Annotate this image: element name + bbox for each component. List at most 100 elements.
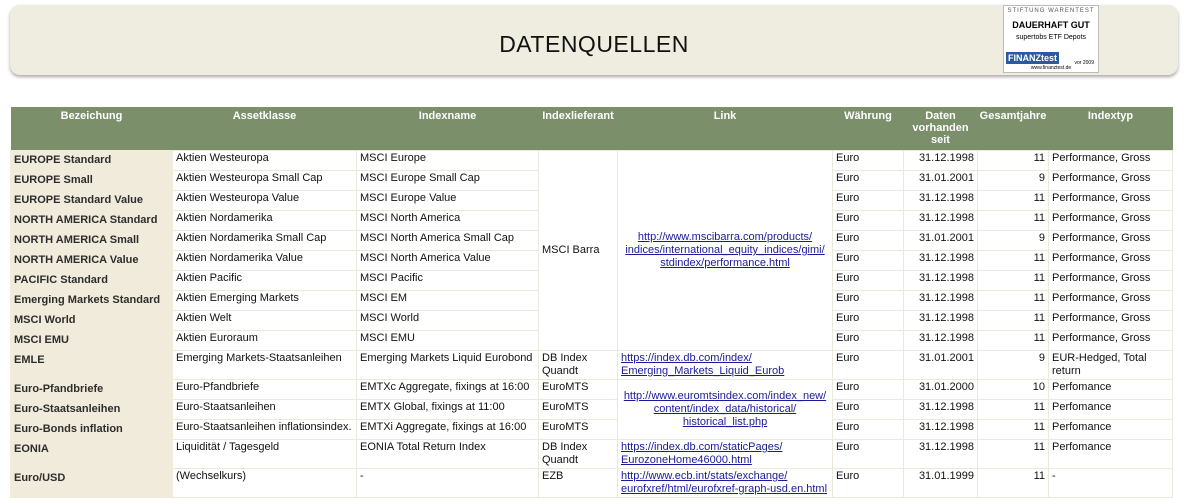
- since-cell: 31.01.2001: [903, 350, 978, 380]
- years-cell: 11: [977, 290, 1049, 311]
- years-cell: 11: [977, 310, 1049, 331]
- currency-cell: Euro: [832, 270, 904, 291]
- index-name-cell: MSCI World: [356, 310, 539, 331]
- years-cell: 10: [977, 379, 1049, 400]
- asset-class-cell: (Wechselkurs): [172, 468, 357, 498]
- index-type-cell: Performance, Gross: [1048, 250, 1173, 271]
- currency-cell: Euro: [832, 379, 904, 400]
- years-cell: 11: [977, 270, 1049, 291]
- table-row: EUROPE Standard Aktien Westeuropa MSCI Eur…: [10, 150, 1173, 351]
- row-name: Euro-Pfandbriefe: [10, 379, 173, 400]
- asset-class-cell: Euro-Staatsanleihen inflationsindex.: [172, 419, 357, 440]
- since-cell: 31.12.1998: [903, 419, 978, 440]
- years-cell: 11: [977, 250, 1049, 271]
- row-name: MSCI EMU: [10, 330, 173, 351]
- currency-cell: Euro: [832, 210, 904, 231]
- row-name: EUROPE Standard: [10, 150, 173, 171]
- source-link[interactable]: http://www.euromtsindex.com/index_new/ c…: [624, 390, 826, 428]
- row-name: NORTH AMERICA Value: [10, 250, 173, 271]
- source-link[interactable]: http://www.mscibarra.com/products/ indic…: [625, 231, 824, 269]
- column-header: Gesamtjahre: [977, 107, 1049, 151]
- index-name-cell: EMTX Global, fixings at 11:00: [356, 399, 539, 420]
- row-name: MSCI World: [10, 310, 173, 331]
- since-cell: 31.12.1998: [903, 250, 978, 271]
- asset-class-cell: Aktien Westeuropa Small Cap: [172, 170, 357, 191]
- row-name: Euro-Staatsanleihen: [10, 399, 173, 420]
- currency-cell: Euro: [832, 439, 904, 469]
- index-type-cell: Perfomance: [1048, 419, 1173, 440]
- since-cell: 31.12.1998: [903, 439, 978, 469]
- years-cell: 9: [977, 350, 1049, 380]
- source-link[interactable]: http://www.ecb.int/stats/exchange/ eurof…: [621, 470, 827, 495]
- years-cell: 11: [977, 399, 1049, 420]
- provider-cell: DB Index Quandt: [538, 350, 618, 380]
- asset-class-cell: Aktien Nordamerika Value: [172, 250, 357, 271]
- index-type-cell: Performance, Gross: [1048, 170, 1173, 191]
- index-name-cell: EONIA Total Return Index: [356, 439, 539, 469]
- since-cell: 31.01.2001: [903, 170, 978, 191]
- finanztest-seal: STIFTUNG WARENTEST DAUERHAFT GUT superto…: [1003, 5, 1099, 73]
- row-name: Euro/USD: [10, 468, 173, 498]
- index-type-cell: EUR-Hedged, Total return: [1048, 350, 1173, 380]
- row-name: EONIA: [10, 439, 173, 469]
- since-cell: 31.12.1998: [903, 399, 978, 420]
- index-name-cell: MSCI EMU: [356, 330, 539, 351]
- index-name-cell: MSCI North America Value: [356, 250, 539, 271]
- table-row: EMLE Emerging Markets-Staatsanleihen Emerg…: [10, 350, 1173, 380]
- header-row: Bezeichung Assetklasse Indexname Indexliefe…: [10, 107, 1173, 151]
- asset-class-cell: Aktien Nordamerika Small Cap: [172, 230, 357, 251]
- index-type-cell: Perfomance: [1048, 399, 1173, 420]
- row-name: Emerging Markets Standard: [10, 290, 173, 311]
- seal-rating: DAUERHAFT GUT: [1012, 20, 1090, 30]
- table-row: Euro/USD (Wechselkurs) - EZB http://www.ecb.…: [10, 468, 1173, 498]
- index-type-cell: Perfomance: [1048, 379, 1173, 400]
- provider-cell: EuroMTS: [538, 399, 618, 420]
- row-name: EMLE: [10, 350, 173, 380]
- currency-cell: Euro: [832, 468, 904, 498]
- provider-cell: EZB: [538, 468, 618, 498]
- row-name: Euro-Bonds inflation: [10, 419, 173, 440]
- provider-cell: DB Index Quandt: [538, 439, 618, 469]
- years-cell: 11: [977, 190, 1049, 211]
- currency-cell: Euro: [832, 170, 904, 191]
- seal-url: www.finanztest.de: [1030, 65, 1072, 71]
- link-cell: http://www.ecb.int/stats/exchange/ eurof…: [617, 468, 833, 498]
- asset-class-cell: Aktien Nordamerika: [172, 210, 357, 231]
- seal-org: STIFTUNG WARENTEST: [1007, 8, 1095, 14]
- column-header: Indexname: [356, 107, 539, 151]
- index-name-cell: MSCI Europe Small Cap: [356, 170, 539, 191]
- index-name-cell: MSCI North America Small Cap: [356, 230, 539, 251]
- column-header: Daten vorhanden seit: [903, 107, 978, 151]
- since-cell: 31.12.1998: [903, 190, 978, 211]
- row-name: EUROPE Standard Value: [10, 190, 173, 211]
- index-type-cell: -: [1048, 468, 1173, 498]
- column-header: Indexlieferant: [538, 107, 618, 151]
- since-cell: 31.12.1998: [903, 210, 978, 231]
- currency-cell: Euro: [832, 350, 904, 380]
- asset-class-cell: Aktien Pacific: [172, 270, 357, 291]
- column-header: Währung: [832, 107, 904, 151]
- table-row: EONIA Liquidität / Tagesgeld EONIA Total R…: [10, 439, 1173, 469]
- link-cell: https://index.db.com/staticPages/ Eurozo…: [617, 439, 833, 469]
- source-link[interactable]: https://index.db.com/index/ Emerging_Mar…: [621, 352, 784, 377]
- index-type-cell: Perfomance: [1048, 439, 1173, 469]
- since-cell: 31.12.1998: [903, 150, 978, 171]
- since-cell: 31.01.1999: [903, 468, 978, 498]
- years-cell: 11: [977, 419, 1049, 440]
- index-type-cell: Performance, Gross: [1048, 270, 1173, 291]
- row-name: NORTH AMERICA Standard: [10, 210, 173, 231]
- asset-class-cell: Euro-Staatsanleihen: [172, 399, 357, 420]
- source-link[interactable]: https://index.db.com/staticPages/ Eurozo…: [621, 441, 782, 466]
- currency-cell: Euro: [832, 399, 904, 420]
- index-name-cell: -: [356, 468, 539, 498]
- currency-cell: Euro: [832, 419, 904, 440]
- index-type-cell: Performance, Gross: [1048, 310, 1173, 331]
- provider-cell: EuroMTS: [538, 379, 618, 400]
- index-name-cell: EMTXc Aggregate, fixings at 16:00: [356, 379, 539, 400]
- link-cell: http://www.mscibarra.com/products/ indic…: [617, 150, 833, 351]
- index-type-cell: Performance, Gross: [1048, 290, 1173, 311]
- years-cell: 9: [977, 170, 1049, 191]
- table-row: Euro-Staatsanleihen Euro-Staatsanleihen EM…: [10, 399, 1173, 420]
- finanztest-logo: FINANZtest: [1006, 52, 1059, 64]
- years-cell: 11: [977, 439, 1049, 469]
